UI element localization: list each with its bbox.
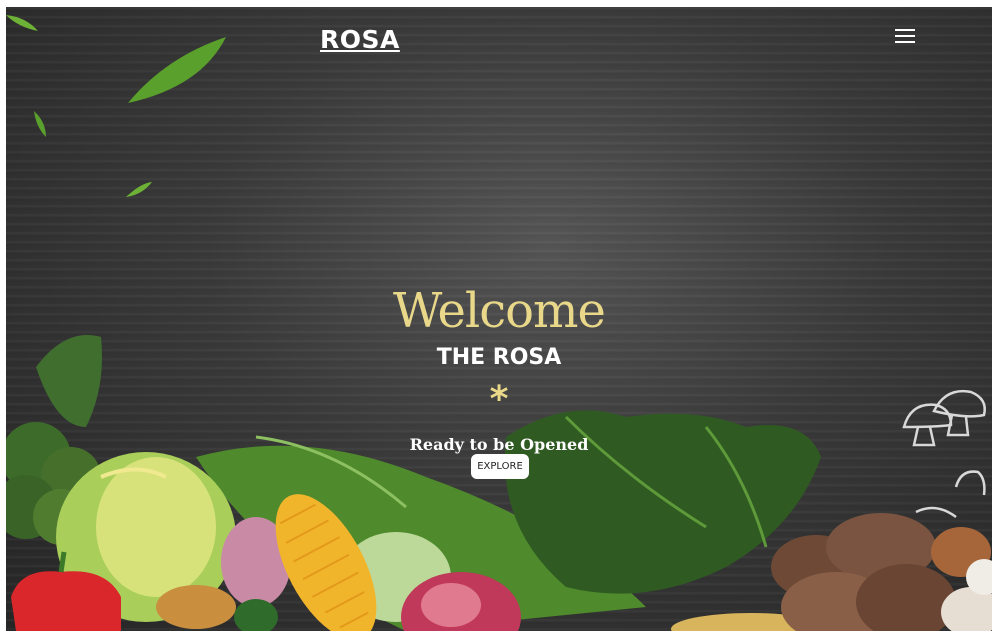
- tagline-text: Ready to be Opened: [409, 435, 589, 454]
- leaf-shape: [34, 111, 46, 137]
- leaf-shape: [128, 37, 226, 103]
- hamburger-menu-icon[interactable]: [895, 29, 915, 45]
- leaf-shape: [126, 182, 152, 197]
- brand-logo-link[interactable]: ROSA: [320, 25, 400, 54]
- menu-line: [895, 41, 915, 43]
- restaurant-name-heading: THE ROSA: [436, 345, 562, 370]
- welcome-heading: Welcome: [393, 283, 606, 339]
- hero-section: ROSA Welcome THE ROSA * Ready to be Open…: [6, 7, 992, 631]
- menu-line: [895, 29, 915, 31]
- leaf-shape: [6, 15, 38, 31]
- mushrooms-shape: [771, 513, 992, 631]
- menu-line: [895, 35, 915, 37]
- explore-button[interactable]: EXPLORE: [471, 454, 529, 479]
- asterisk-divider: *: [489, 379, 509, 420]
